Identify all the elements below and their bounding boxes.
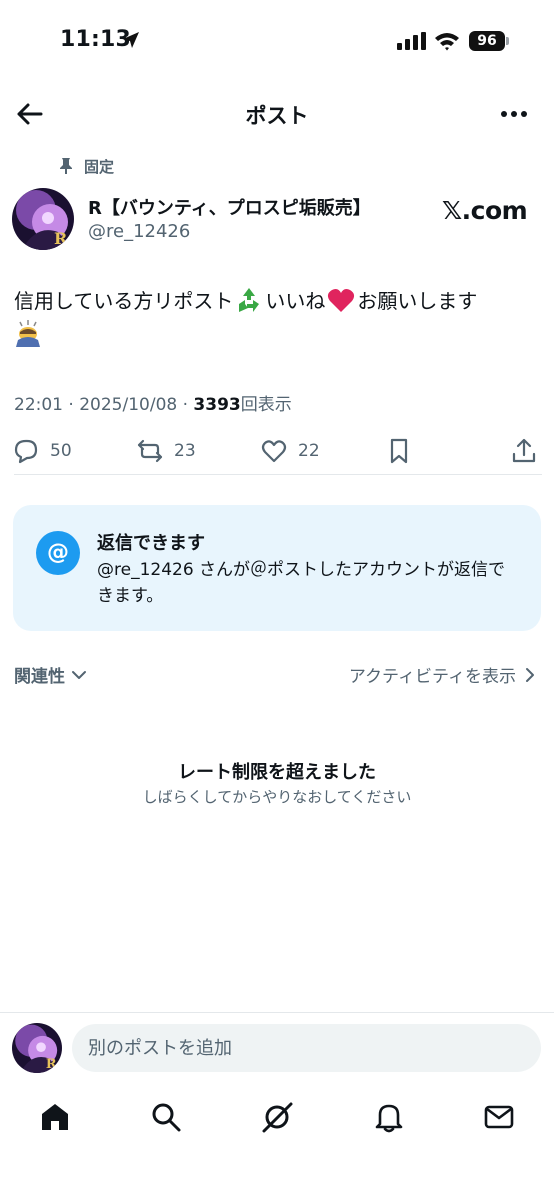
notifications-icon	[375, 1104, 403, 1133]
wifi-icon	[435, 33, 459, 51]
share-icon	[512, 438, 536, 463]
status-bar: 11:13 96	[0, 0, 554, 84]
repost-count: 23	[174, 441, 196, 461]
user-name[interactable]: R【バウンティ、プロスピ垢販売】	[88, 194, 371, 220]
chevron-down-icon	[72, 670, 86, 679]
reply-icon	[14, 439, 38, 464]
views-label: 回表示	[240, 395, 292, 415]
location-arrow-icon	[123, 32, 139, 48]
grok-icon	[262, 1102, 293, 1133]
reply-card-description: @re_12426 さんが＠ポストしたアカウントが返信できます。	[97, 560, 506, 606]
tab-grok[interactable]	[260, 1100, 294, 1134]
view-activity-label: アクティビティを表示	[348, 667, 516, 687]
header: ポスト	[0, 90, 554, 138]
share-button[interactable]	[510, 436, 548, 466]
rate-limit-title: レート制限を超えました	[178, 762, 376, 783]
tab-notifications[interactable]	[372, 1100, 406, 1134]
recycle-emoji-icon	[239, 288, 260, 312]
tab-bar	[0, 1090, 554, 1146]
avatar[interactable]: R	[12, 188, 74, 250]
repost-icon	[137, 439, 163, 463]
add-post-input[interactable]	[72, 1024, 541, 1072]
tab-home[interactable]	[38, 1100, 72, 1134]
post-text-part-3: お願いします	[357, 289, 478, 313]
user-handle[interactable]: @re_12426	[88, 221, 190, 242]
heart-icon	[261, 440, 287, 463]
pinned-indicator: 固定	[58, 154, 114, 178]
pin-icon	[60, 158, 72, 174]
search-icon	[152, 1103, 181, 1132]
tab-search[interactable]	[149, 1100, 183, 1134]
home-icon	[42, 1104, 68, 1130]
divider	[14, 474, 542, 475]
like-button[interactable]: 22	[260, 436, 320, 466]
post-time: 22:01	[14, 395, 63, 415]
compose-divider	[0, 1012, 554, 1013]
bookmark-button[interactable]	[385, 436, 423, 466]
svg-text:R: R	[54, 229, 68, 248]
at-sign-icon: @	[36, 531, 80, 575]
like-count: 22	[298, 441, 320, 461]
chevron-right-icon	[526, 667, 534, 682]
messages-icon	[484, 1105, 514, 1129]
sort-dropdown[interactable]: 関連性	[14, 662, 87, 687]
reply-restriction-card: @ 返信できます @re_12426 さんが＠ポストしたアカウントが返信できます…	[13, 505, 541, 631]
sort-label: 関連性	[14, 667, 65, 687]
svg-text:R: R	[46, 1057, 57, 1072]
reply-count: 50	[50, 441, 72, 461]
rate-limit-subtitle: しばらくしてからやりなおしてください	[142, 788, 412, 806]
views-count: 3393	[193, 395, 241, 415]
bookmark-icon	[390, 438, 408, 464]
cellular-signal-icon	[397, 32, 426, 50]
reply-card-title: 返信できます	[97, 533, 205, 554]
battery-indicator: 96	[469, 31, 505, 51]
compose-avatar[interactable]: R	[12, 1023, 62, 1073]
tab-messages[interactable]	[482, 1100, 516, 1134]
battery-cap	[506, 37, 509, 45]
post-text: 信用している方リポスト いいね お願いします	[14, 284, 534, 352]
post-text-part-2: いいね	[265, 289, 326, 313]
view-activity-link[interactable]: アクティビティを表示	[349, 662, 538, 687]
page-title: ポスト	[245, 104, 309, 128]
x-watermark: 𝕏.com	[442, 196, 528, 225]
reply-button[interactable]: 50	[12, 436, 72, 466]
bowing-person-emoji-icon	[16, 320, 40, 347]
post-text-part-1: 信用している方リポスト	[14, 289, 234, 313]
repost-button[interactable]: 23	[136, 436, 196, 466]
post-meta: 22:01 · 2025/10/08 · 3393回表示	[14, 395, 292, 415]
more-options-icon[interactable]	[498, 100, 530, 128]
post-date: 2025/10/08	[79, 395, 178, 415]
action-bar: 50 23 22	[0, 430, 554, 474]
heart-emoji-icon	[328, 289, 355, 312]
pinned-label: 固定	[84, 157, 115, 176]
